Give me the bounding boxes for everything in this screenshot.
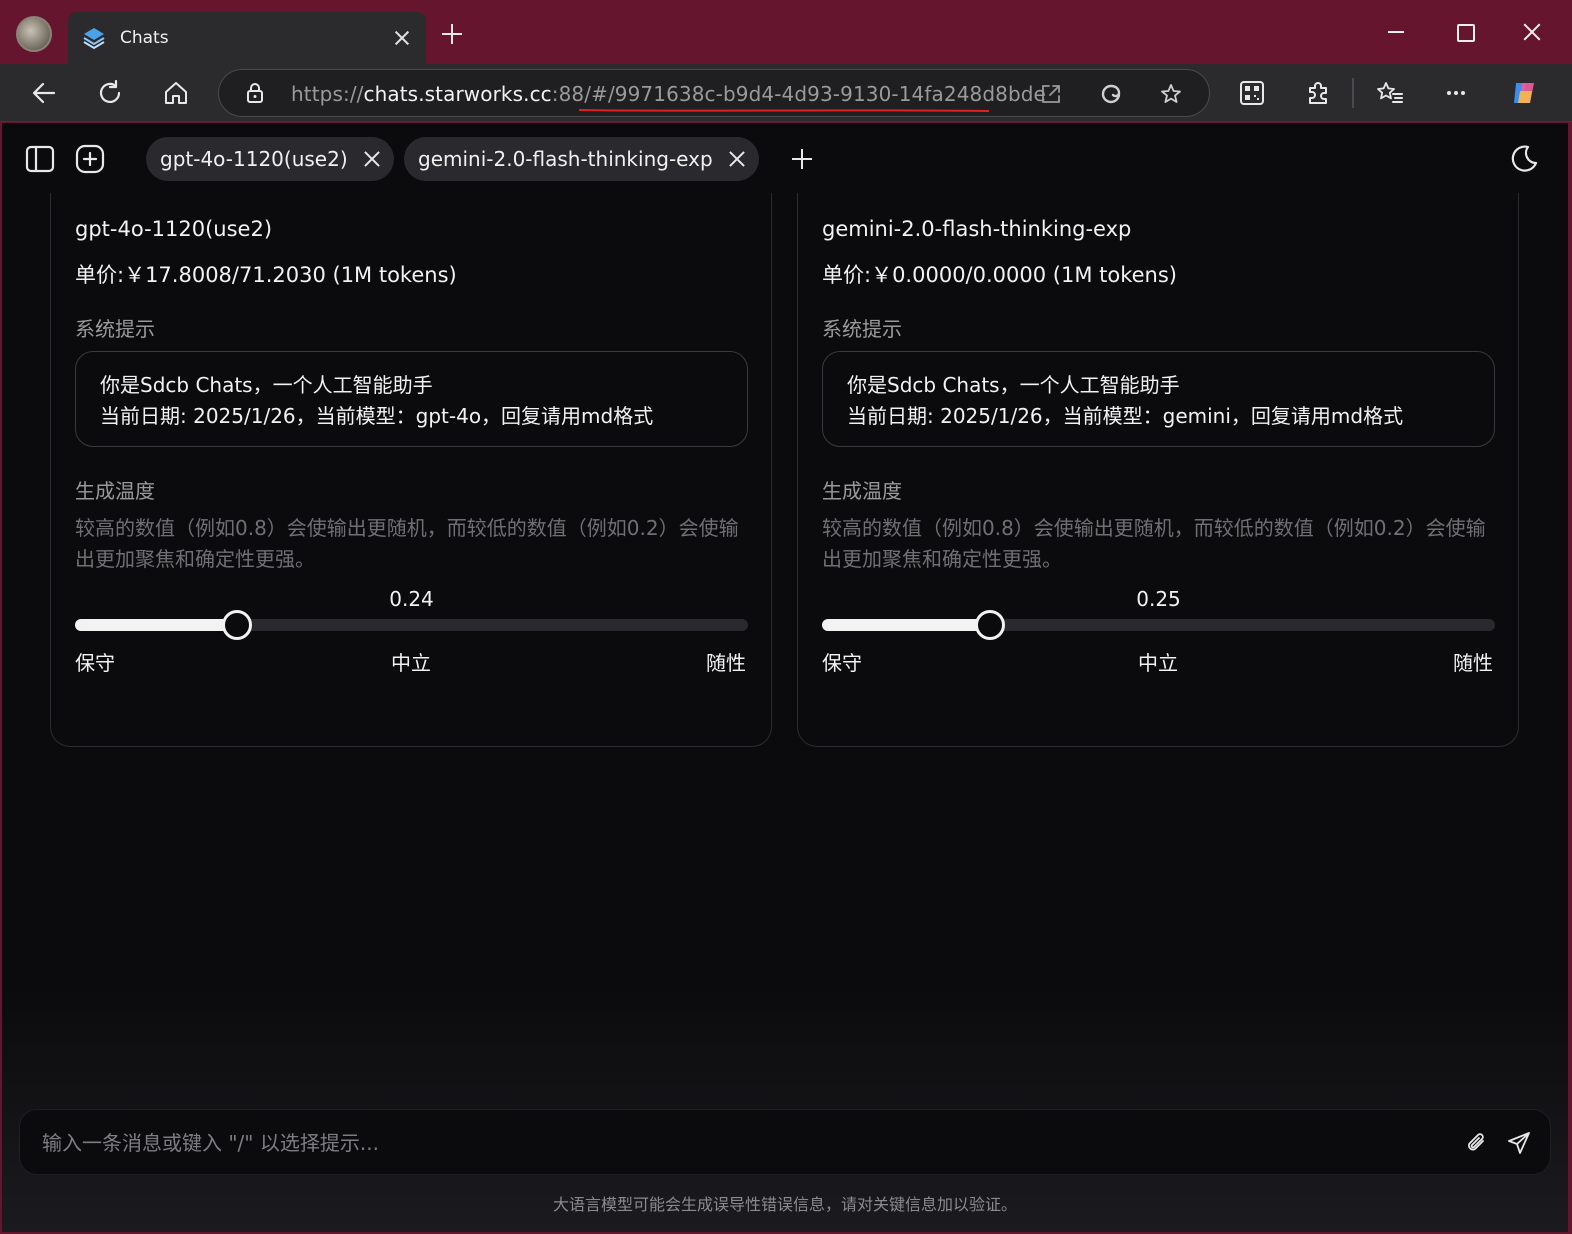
url-scheme: https://: [291, 82, 364, 106]
model-tab-label: gemini-2.0-flash-thinking-exp: [418, 147, 713, 171]
panel-model-name: gemini-2.0-flash-thinking-exp: [822, 217, 1132, 241]
more-options-icon[interactable]: [1442, 79, 1470, 107]
url-path: :88/#/9971638c-b9d4-4d93-9130-14fa248d8b…: [551, 82, 1046, 106]
app-header: gpt-4o-1120(use2) gemini-2.0-flash-think…: [2, 123, 1568, 195]
extensions-puzzle-icon[interactable]: [1304, 79, 1332, 107]
home-icon[interactable]: [162, 79, 190, 107]
temperature-label: 生成温度: [822, 479, 902, 503]
browser-tab-title: Chats: [120, 28, 169, 48]
temperature-slider[interactable]: [822, 610, 1495, 640]
favorites-list-icon[interactable]: [1376, 79, 1404, 107]
model-panel-gemini: gemini-2.0-flash-thinking-exp 单价:￥0.0000…: [797, 193, 1519, 747]
close-model-tab-icon[interactable]: [727, 149, 747, 169]
system-prompt-label: 系统提示: [822, 317, 902, 341]
slider-thumb[interactable]: [975, 610, 1006, 640]
add-model-button[interactable]: [790, 147, 814, 171]
url-host: chats.starworks.cc: [363, 82, 552, 106]
browser-toolbar: https://chats.starworks.cc:88/#/9971638c…: [0, 64, 1572, 122]
model-tab-label: gpt-4o-1120(use2): [160, 147, 348, 171]
panel-price: 单价:￥17.8008/71.2030 (1M tokens): [75, 263, 457, 287]
scale-label-conservative: 保守: [75, 651, 115, 675]
ai-disclaimer: 大语言模型可能会生成误导性错误信息，请对关键信息加以验证。: [552, 1195, 1017, 1214]
close-tab-icon[interactable]: [392, 28, 412, 48]
system-prompt-box[interactable]: 你是Sdcb Chats，一个人工智能助手 当前日期: 2025/1/26，当前…: [822, 351, 1495, 447]
copilot-icon[interactable]: [1510, 79, 1538, 107]
send-icon[interactable]: [1506, 1130, 1532, 1156]
new-chat-icon[interactable]: [74, 143, 106, 175]
qr-code-icon[interactable]: [1238, 79, 1266, 107]
model-tab-gemini[interactable]: gemini-2.0-flash-thinking-exp: [404, 137, 759, 181]
close-model-tab-icon[interactable]: [362, 149, 382, 169]
address-url: https://chats.starworks.cc:88/#/9971638c…: [291, 82, 1046, 106]
temperature-label: 生成温度: [75, 479, 155, 503]
model-tab-gpt-4o[interactable]: gpt-4o-1120(use2): [146, 137, 394, 181]
edge-refresh-icon[interactable]: [1099, 82, 1123, 106]
attachment-paperclip-icon[interactable]: [1464, 1130, 1490, 1156]
browser-titlebar: Chats: [0, 0, 1572, 64]
minimize-window-button[interactable]: [1384, 20, 1408, 44]
system-prompt-box[interactable]: 你是Sdcb Chats，一个人工智能助手 当前日期: 2025/1/26，当前…: [75, 351, 748, 447]
system-prompt-line: 当前日期: 2025/1/26，当前模型：gpt-4o，回复请用md格式: [100, 404, 654, 428]
panel-price: 单价:￥0.0000/0.0000 (1M tokens): [822, 263, 1177, 287]
back-arrow-icon[interactable]: [30, 79, 58, 107]
red-annotation-underline: [579, 109, 989, 112]
message-composer: [19, 1109, 1551, 1175]
address-bar[interactable]: https://chats.starworks.cc:88/#/9971638c…: [218, 69, 1210, 117]
system-prompt-line: 当前日期: 2025/1/26，当前模型：gemini，回复请用md格式: [847, 404, 1404, 428]
slider-fill: [75, 619, 237, 631]
new-tab-button[interactable]: [440, 22, 464, 46]
slider-fill: [822, 619, 991, 631]
panel-model-name: gpt-4o-1120(use2): [75, 217, 273, 241]
close-window-button[interactable]: [1520, 20, 1544, 44]
open-in-app-icon[interactable]: [1039, 82, 1063, 106]
temperature-description: 较高的数值（例如0.8）会使输出更随机，而较低的数值（例如0.2）会使输出更加聚…: [822, 516, 1486, 571]
system-prompt-line: 你是Sdcb Chats，一个人工智能助手: [847, 373, 1180, 397]
refresh-icon[interactable]: [96, 79, 124, 107]
chats-favicon-icon: [83, 28, 105, 50]
scale-label-neutral: 中立: [1138, 651, 1178, 675]
scale-label-random: 随性: [1453, 651, 1493, 675]
browser-tab-chats[interactable]: Chats: [68, 12, 426, 64]
message-input[interactable]: [42, 1126, 1442, 1160]
temperature-slider[interactable]: [75, 610, 748, 640]
profile-avatar[interactable]: [16, 16, 52, 52]
scale-label-random: 随性: [706, 651, 746, 675]
temperature-description: 较高的数值（例如0.8）会使输出更随机，而较低的数值（例如0.2）会使输出更加聚…: [75, 516, 739, 571]
model-panel-gpt-4o: gpt-4o-1120(use2) 单价:￥17.8008/71.2030 (1…: [50, 193, 772, 747]
scale-label-conservative: 保守: [822, 651, 862, 675]
toolbar-divider: [1352, 78, 1354, 108]
scale-label-neutral: 中立: [391, 651, 431, 675]
sidebar-toggle-icon[interactable]: [24, 143, 56, 175]
system-prompt-label: 系统提示: [75, 317, 155, 341]
slider-thumb[interactable]: [221, 610, 252, 640]
chats-app: gpt-4o-1120(use2) gemini-2.0-flash-think…: [2, 123, 1568, 1232]
temperature-value: 0.24: [389, 587, 434, 611]
favorite-star-icon[interactable]: [1159, 82, 1183, 106]
maximize-window-button[interactable]: [1452, 20, 1476, 44]
dark-mode-moon-icon[interactable]: [1508, 143, 1540, 175]
system-prompt-line: 你是Sdcb Chats，一个人工智能助手: [100, 373, 433, 397]
temperature-value: 0.25: [1136, 587, 1181, 611]
lock-icon[interactable]: [243, 81, 267, 105]
